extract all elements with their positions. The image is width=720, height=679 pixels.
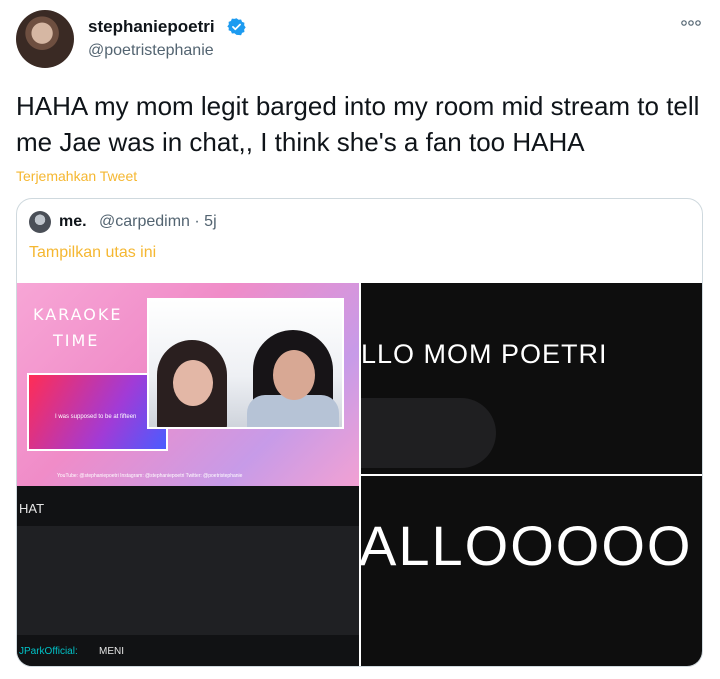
karaoke-title: KARAOKE xyxy=(33,305,123,324)
translate-tweet-link[interactable]: Terjemahkan Tweet xyxy=(16,168,137,184)
tweet-text: HAHA my mom legit barged into my room mi… xyxy=(16,91,700,157)
chat-message: MENI xyxy=(99,646,124,657)
chat-bubble xyxy=(361,398,496,468)
media-grid: KARAOKE TIME I was supposed to be at fif… xyxy=(17,283,702,666)
stream-overlay: KARAOKE TIME I was supposed to be at fif… xyxy=(17,283,359,486)
image3-caption: ALLOOOOO xyxy=(361,514,693,577)
lyric-text: I was supposed to be at fifteen xyxy=(55,414,137,420)
webcam-frame xyxy=(147,298,344,429)
author-display-name[interactable]: stephaniepoetri xyxy=(88,17,215,37)
media-image-stream[interactable]: KARAOKE TIME I was supposed to be at fif… xyxy=(17,283,359,666)
media-image-allooo[interactable]: ALLOOOOO xyxy=(361,476,702,666)
face-right xyxy=(273,350,315,400)
social-links-strip: YouTube: @stephaniepoetri Instagram: @st… xyxy=(57,473,243,479)
more-icon[interactable] xyxy=(680,18,702,28)
karaoke-time: TIME xyxy=(53,331,100,350)
media-image-hello-mom[interactable]: LLO MOM POETRI xyxy=(361,283,702,474)
show-thread-link[interactable]: Tampilkan utas ini xyxy=(29,244,156,262)
image2-caption: LLO MOM POETRI xyxy=(361,339,608,369)
verified-badge-icon xyxy=(227,18,246,36)
quoted-tweet[interactable]: me. @carpedimn · 5j Tampilkan utas ini K… xyxy=(16,198,703,667)
chat-username: JParkOfficial: xyxy=(19,646,78,657)
quoted-avatar[interactable] xyxy=(29,211,51,233)
quoted-display-name[interactable]: me. xyxy=(59,213,87,231)
shirt-right xyxy=(247,395,339,427)
author-handle[interactable]: @poetristephanie xyxy=(88,42,214,60)
quoted-handle-time[interactable]: @carpedimn · 5j xyxy=(99,213,217,231)
author-avatar[interactable] xyxy=(16,10,74,68)
chat-header-text: HAT xyxy=(19,501,45,516)
chat-header-bar xyxy=(17,486,359,526)
face-left xyxy=(173,360,213,406)
